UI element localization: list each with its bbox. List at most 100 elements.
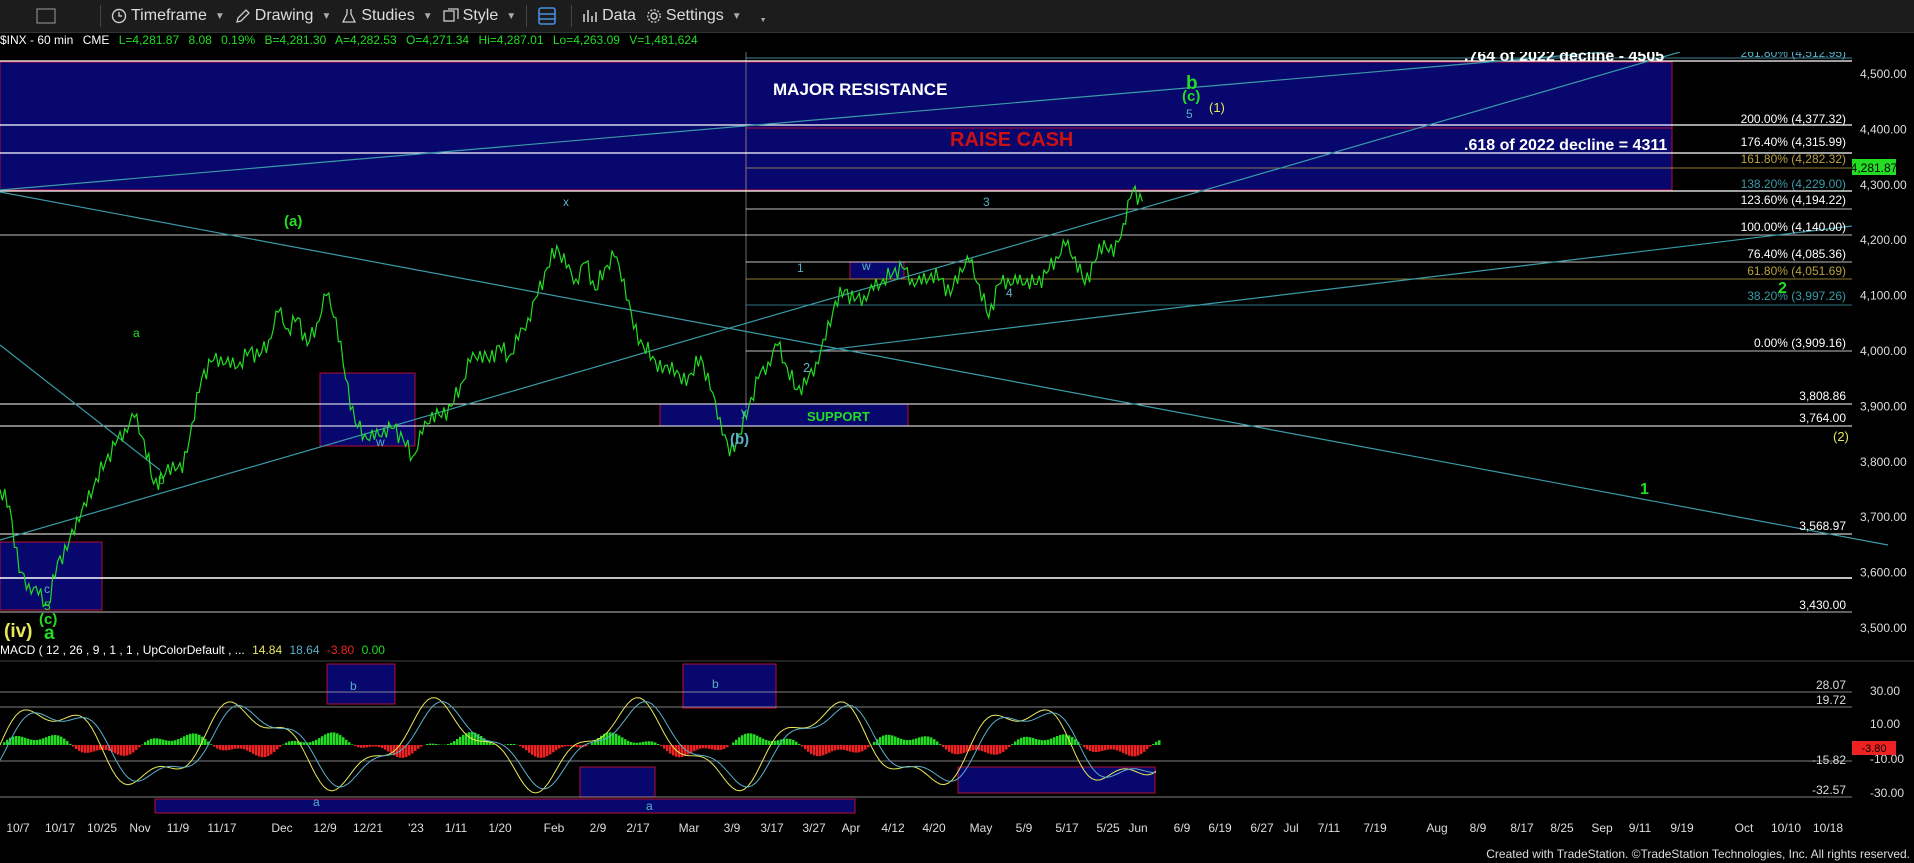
macd-hist-bar bbox=[381, 745, 384, 749]
macd-hist-bar bbox=[1089, 745, 1092, 751]
x-tick-label: Feb bbox=[544, 821, 565, 835]
macd-hist-bar bbox=[831, 745, 834, 752]
macd-hist-bar bbox=[591, 742, 594, 745]
macd-hist-bar bbox=[1128, 745, 1131, 756]
macd-hist-bar bbox=[1035, 738, 1038, 745]
macd-hist-bar bbox=[861, 745, 864, 752]
x-tick-label: 12/9 bbox=[313, 821, 337, 835]
macd-hist-bar bbox=[960, 745, 963, 754]
macd-hist-bar bbox=[693, 745, 696, 752]
macd-hist-bar bbox=[666, 745, 669, 752]
macd-hist-bar bbox=[1113, 745, 1116, 750]
macd-hist-bar bbox=[942, 745, 945, 747]
macd-hist-bar bbox=[78, 745, 81, 752]
macd-hist-bar bbox=[741, 735, 744, 745]
macd-hist-bar bbox=[543, 745, 546, 758]
price-tick-label: 4,200.00 bbox=[1860, 233, 1907, 247]
macd-hist-bar bbox=[1101, 745, 1104, 752]
macd-hist-bar bbox=[1071, 736, 1074, 745]
macd-hist-bar bbox=[258, 745, 261, 757]
macd-hist-bar bbox=[906, 740, 909, 745]
macd-hist-bar bbox=[135, 745, 138, 751]
macd-hist-bar bbox=[333, 732, 336, 745]
macd-hist-bar bbox=[432, 743, 435, 745]
macd-hist-bar bbox=[1086, 745, 1089, 750]
bar-chart-icon bbox=[583, 10, 597, 22]
macd-hist-bar bbox=[15, 735, 18, 745]
macd-hist-bar bbox=[168, 740, 171, 745]
studies-button[interactable]: Studies ▼ bbox=[341, 7, 433, 25]
macd-hist-bar bbox=[561, 745, 564, 748]
macd-hist-bar bbox=[807, 745, 810, 752]
x-tick-label: Jun bbox=[1128, 821, 1147, 835]
macd-hist-bar bbox=[900, 738, 903, 745]
macd-hist-bar bbox=[1125, 745, 1128, 755]
macd-hist-bar bbox=[237, 745, 240, 749]
layout-button[interactable] bbox=[537, 6, 561, 26]
macd-hist-bar bbox=[267, 745, 270, 756]
macd-hist-bar bbox=[777, 740, 780, 745]
timeframe-button[interactable]: Timeframe ▼ bbox=[111, 7, 225, 25]
macd-hist-bar bbox=[369, 745, 372, 747]
macd-panel-border bbox=[0, 661, 1852, 841]
macd-hist-bar bbox=[192, 733, 195, 745]
x-tick-label: 1/20 bbox=[488, 821, 512, 835]
wave-label: (a) bbox=[284, 213, 302, 230]
macd-hist-bar bbox=[342, 737, 345, 745]
x-tick-label: 6/19 bbox=[1208, 821, 1232, 835]
settings-button[interactable]: Settings ▼ bbox=[646, 7, 742, 25]
macd-hist-bar bbox=[231, 745, 234, 750]
exchange-label: CME bbox=[82, 33, 110, 47]
drawing-button[interactable]: Drawing ▼ bbox=[235, 7, 331, 25]
chart-annotation: SUPPORT bbox=[807, 409, 870, 424]
x-axis: 10/7 10/17 10/25 Nov 11/9 11/17 Dec 12/9 12/21 '2… bbox=[6, 821, 1843, 835]
macd-hist-bar bbox=[27, 738, 30, 745]
macd-hist-bar bbox=[234, 745, 237, 749]
macd-hist-bar bbox=[609, 732, 612, 745]
macd-hist-bar bbox=[867, 745, 870, 748]
macd-hist-bar bbox=[981, 745, 984, 752]
chevron-down-icon: ▼ bbox=[214, 10, 225, 22]
macd-hist-bar bbox=[384, 745, 387, 750]
macd-hist-bar bbox=[57, 735, 60, 745]
macd-hist-bar bbox=[1050, 738, 1053, 745]
macd-hist-bar bbox=[507, 744, 510, 745]
wave-label: w bbox=[861, 259, 871, 273]
last-price-marker: 4,281.87 bbox=[1851, 161, 1898, 175]
style-button[interactable]: Style ▼ bbox=[442, 7, 516, 25]
macd-hist-bar bbox=[42, 738, 45, 745]
wave-label: (2) bbox=[1833, 429, 1849, 444]
x-tick-label: 5/9 bbox=[1016, 821, 1033, 835]
macd-hist-bar bbox=[198, 734, 201, 745]
x-tick-label: 3/27 bbox=[802, 821, 826, 835]
macd-box-a2 bbox=[957, 766, 1156, 794]
macd-hist-bar bbox=[270, 745, 273, 755]
macd-hist-bar bbox=[372, 745, 375, 747]
fib-level-label: 3,430.00 bbox=[1799, 598, 1846, 612]
more-caret[interactable]: ▼ bbox=[752, 9, 767, 24]
macd-hist-bar bbox=[852, 745, 855, 753]
x-tick-label: Nov bbox=[129, 821, 150, 835]
macd-hist-bar bbox=[849, 745, 852, 752]
macd-hist-bar bbox=[39, 739, 42, 745]
fib-level-label: 0.00% (3,909.16) bbox=[1754, 336, 1846, 350]
macd-hist-bar bbox=[825, 745, 828, 755]
price-chart[interactable]: 10/7 10/17 10/25 Nov 11/9 11/17 Dec 12/9 12/21'2… bbox=[0, 52, 1914, 852]
fib-level-label: 261.80% (4,512.95) bbox=[1741, 52, 1846, 60]
x-tick-label: 11/9 bbox=[167, 821, 190, 835]
chart-annotation: MAJOR RESISTANCE bbox=[773, 80, 947, 99]
macd-hist-bar bbox=[660, 745, 663, 747]
macd-hist-bar bbox=[822, 745, 825, 756]
macd-hist-bar bbox=[1155, 741, 1158, 745]
macd-hist-bar bbox=[138, 745, 141, 748]
window-menu-icon[interactable] bbox=[36, 8, 60, 24]
x-tick-label: '23 bbox=[408, 821, 424, 835]
macd-hist-bar bbox=[1158, 740, 1161, 745]
macd-hist-bar bbox=[456, 738, 459, 745]
macd-hist-bar bbox=[540, 745, 543, 758]
macd-hist-bar bbox=[45, 737, 48, 745]
data-button[interactable]: Data bbox=[582, 7, 636, 25]
macd-hist-bar bbox=[894, 736, 897, 745]
macd-hist-bar bbox=[321, 736, 324, 745]
style-icon bbox=[442, 8, 459, 22]
